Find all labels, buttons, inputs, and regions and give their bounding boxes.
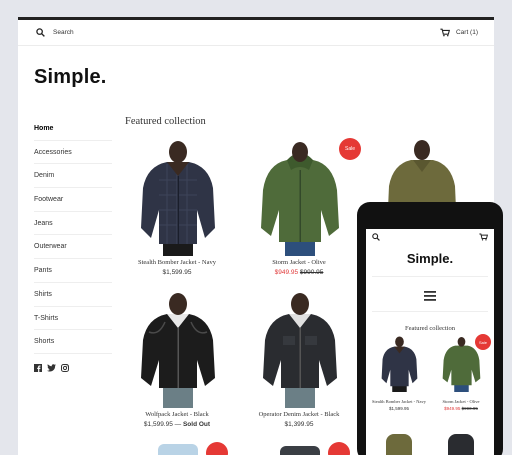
mobile-product-card[interactable]: Sale Storm Jacket - Olive $949.95 $990.9… — [431, 334, 491, 411]
sidebar-item-shorts[interactable]: Shorts — [34, 330, 112, 354]
search-icon — [36, 28, 45, 37]
sale-badge — [328, 442, 350, 455]
cart-icon[interactable] — [479, 233, 488, 241]
twitter-icon[interactable] — [47, 364, 56, 372]
product-card[interactable] — [158, 444, 198, 455]
sold-out-label: Sold Out — [182, 421, 211, 428]
product-card[interactable]: Sale Storm Jacket - Olive $949.95 $990.9… — [241, 138, 361, 276]
product-image[interactable] — [119, 292, 235, 408]
menu-icon — [424, 291, 436, 301]
divider — [372, 311, 488, 312]
product-name[interactable]: Stealth Bomber Jacket - Navy — [119, 259, 235, 266]
sale-badge — [206, 442, 228, 455]
mobile-product-grid: Stealth Bomber Jacket - Navy $1,599.95 S… — [366, 334, 494, 455]
divider — [372, 276, 488, 277]
sidebar-item-home[interactable]: Home — [34, 117, 112, 141]
sidebar-item-shirts[interactable]: Shirts — [34, 283, 112, 307]
search-icon[interactable] — [372, 233, 380, 241]
sale-price: $949.95 — [274, 269, 299, 276]
sidebar-item-pants[interactable]: Pants — [34, 259, 112, 283]
product-image[interactable] — [241, 292, 357, 408]
sidebar-item-denim[interactable]: Denim — [34, 164, 112, 189]
sale-badge: Sale — [339, 138, 361, 160]
search-link[interactable]: Search — [36, 28, 74, 37]
product-image[interactable] — [119, 140, 235, 256]
sidebar-item-accessories[interactable]: Accessories — [34, 141, 112, 165]
price-value: $1,599.95 — — [143, 421, 182, 428]
product-name[interactable]: Stealth Bomber Jacket - Navy — [369, 399, 429, 405]
sale-badge: Sale — [475, 334, 491, 350]
phone-mockup: Simple. Featured collection Stealth Bomb… — [357, 202, 503, 455]
mobile-product-card[interactable]: Stealth Bomber Jacket - Navy $1,599.95 — [369, 336, 429, 411]
product-price: $1,599.95 — [162, 269, 192, 276]
product-image[interactable]: Sale — [241, 138, 361, 256]
mobile-top-bar — [366, 229, 494, 245]
product-name[interactable]: Storm Jacket - Olive — [241, 259, 357, 266]
product-price: $1,599.95 — Sold Out — [119, 421, 235, 428]
facebook-icon[interactable] — [34, 363, 42, 372]
product-name[interactable]: Wolfpack Jacket - Black — [119, 411, 235, 418]
sale-price: $949.95 — [444, 405, 461, 411]
product-card[interactable]: Operator Denim Jacket - Black $1,399.95 — [241, 292, 357, 428]
product-name[interactable]: Operator Denim Jacket - Black — [241, 411, 357, 418]
mobile-collection-title: Featured collection — [405, 325, 455, 332]
hamburger-menu-button[interactable] — [366, 291, 494, 301]
collection-title: Featured collection — [125, 116, 206, 127]
mobile-product-card[interactable] — [448, 434, 474, 455]
mobile-product-card[interactable] — [386, 434, 412, 455]
sidebar-nav: Home Accessories Denim Footwear Jeans Ou… — [34, 117, 112, 372]
social-links — [34, 363, 112, 372]
product-image[interactable] — [369, 336, 429, 392]
cart-label: Cart (1) — [455, 29, 478, 36]
product-price: $1,599.95 — [388, 405, 410, 411]
sidebar-item-t-shirts[interactable]: T-Shirts — [34, 307, 112, 331]
product-card[interactable] — [280, 446, 320, 455]
product-card[interactable]: Wolfpack Jacket - Black $1,599.95 — Sold… — [119, 292, 235, 428]
product-price: $949.95 $990.95 — [241, 269, 357, 276]
sidebar-item-outerwear[interactable]: Outerwear — [34, 235, 112, 260]
cart-link[interactable]: Cart (1) — [440, 28, 478, 37]
product-price: $949.95 $990.95 — [431, 406, 491, 411]
mobile-store-logo[interactable]: Simple. — [366, 251, 494, 266]
sidebar-item-jeans[interactable]: Jeans — [34, 212, 112, 236]
compare-price: $990.95 — [299, 269, 324, 276]
product-name[interactable]: Storm Jacket - Olive — [431, 399, 491, 405]
instagram-icon[interactable] — [61, 363, 69, 372]
product-price: $1,399.95 — [284, 421, 314, 428]
product-card[interactable]: Stealth Bomber Jacket - Navy $1,599.95 — [119, 140, 235, 276]
mobile-screen: Simple. Featured collection Stealth Bomb… — [366, 229, 494, 455]
cart-icon — [440, 28, 450, 37]
compare-price: $990.95 — [461, 405, 478, 411]
search-label: Search — [53, 29, 74, 36]
top-bar: Search Cart (1) — [18, 20, 494, 46]
sidebar-item-footwear[interactable]: Footwear — [34, 188, 112, 212]
store-logo[interactable]: Simple. — [34, 66, 107, 89]
